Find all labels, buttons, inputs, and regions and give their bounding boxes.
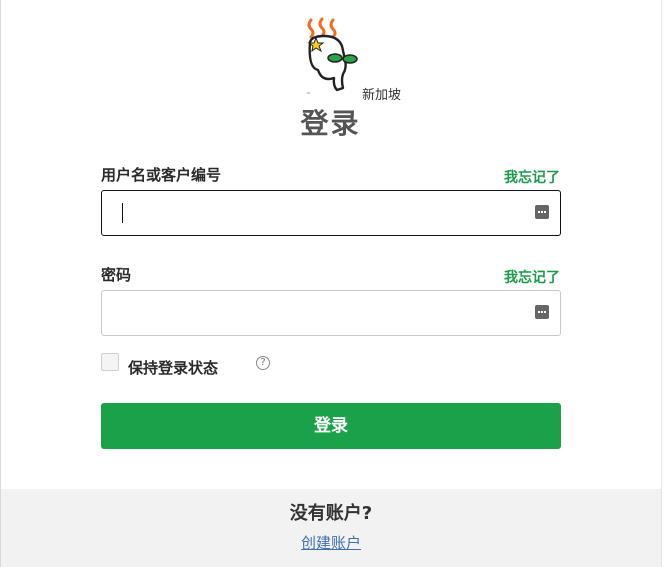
godaddy-logo-icon: ™ — [306, 17, 358, 98]
username-label: 用户名或客户编号 — [101, 166, 222, 184]
remember-checkbox[interactable] — [101, 353, 119, 371]
password-input[interactable] — [102, 291, 522, 335]
svg-text:™: ™ — [306, 92, 311, 98]
password-label: 密码 — [101, 266, 132, 284]
password-field[interactable] — [101, 290, 561, 336]
sign-in-button[interactable]: 登录 — [101, 403, 561, 449]
footer: 没有账户? 创建账户 — [1, 489, 661, 567]
page-border-left — [0, 0, 1, 567]
password-manager-key-icon[interactable] — [535, 205, 549, 219]
scrollbar-track[interactable] — [661, 0, 671, 567]
region-label: 新加坡 — [362, 88, 402, 103]
password-manager-key-icon[interactable] — [535, 305, 549, 319]
no-account-text: 没有账户? — [289, 503, 373, 524]
forgot-password-link[interactable]: 我忘记了 — [504, 267, 560, 287]
create-account-wrapper: 创建账户 — [1, 532, 661, 553]
text-caret — [122, 203, 123, 223]
page-title: 登录 — [300, 107, 361, 140]
forgot-username-link[interactable]: 我忘记了 — [504, 167, 560, 187]
username-input[interactable] — [102, 191, 522, 235]
help-circle-icon[interactable]: ? — [256, 356, 270, 370]
create-account-link[interactable]: 创建账户 — [301, 534, 361, 552]
username-field[interactable] — [101, 190, 561, 236]
remember-label: 保持登录状态 — [128, 359, 219, 377]
